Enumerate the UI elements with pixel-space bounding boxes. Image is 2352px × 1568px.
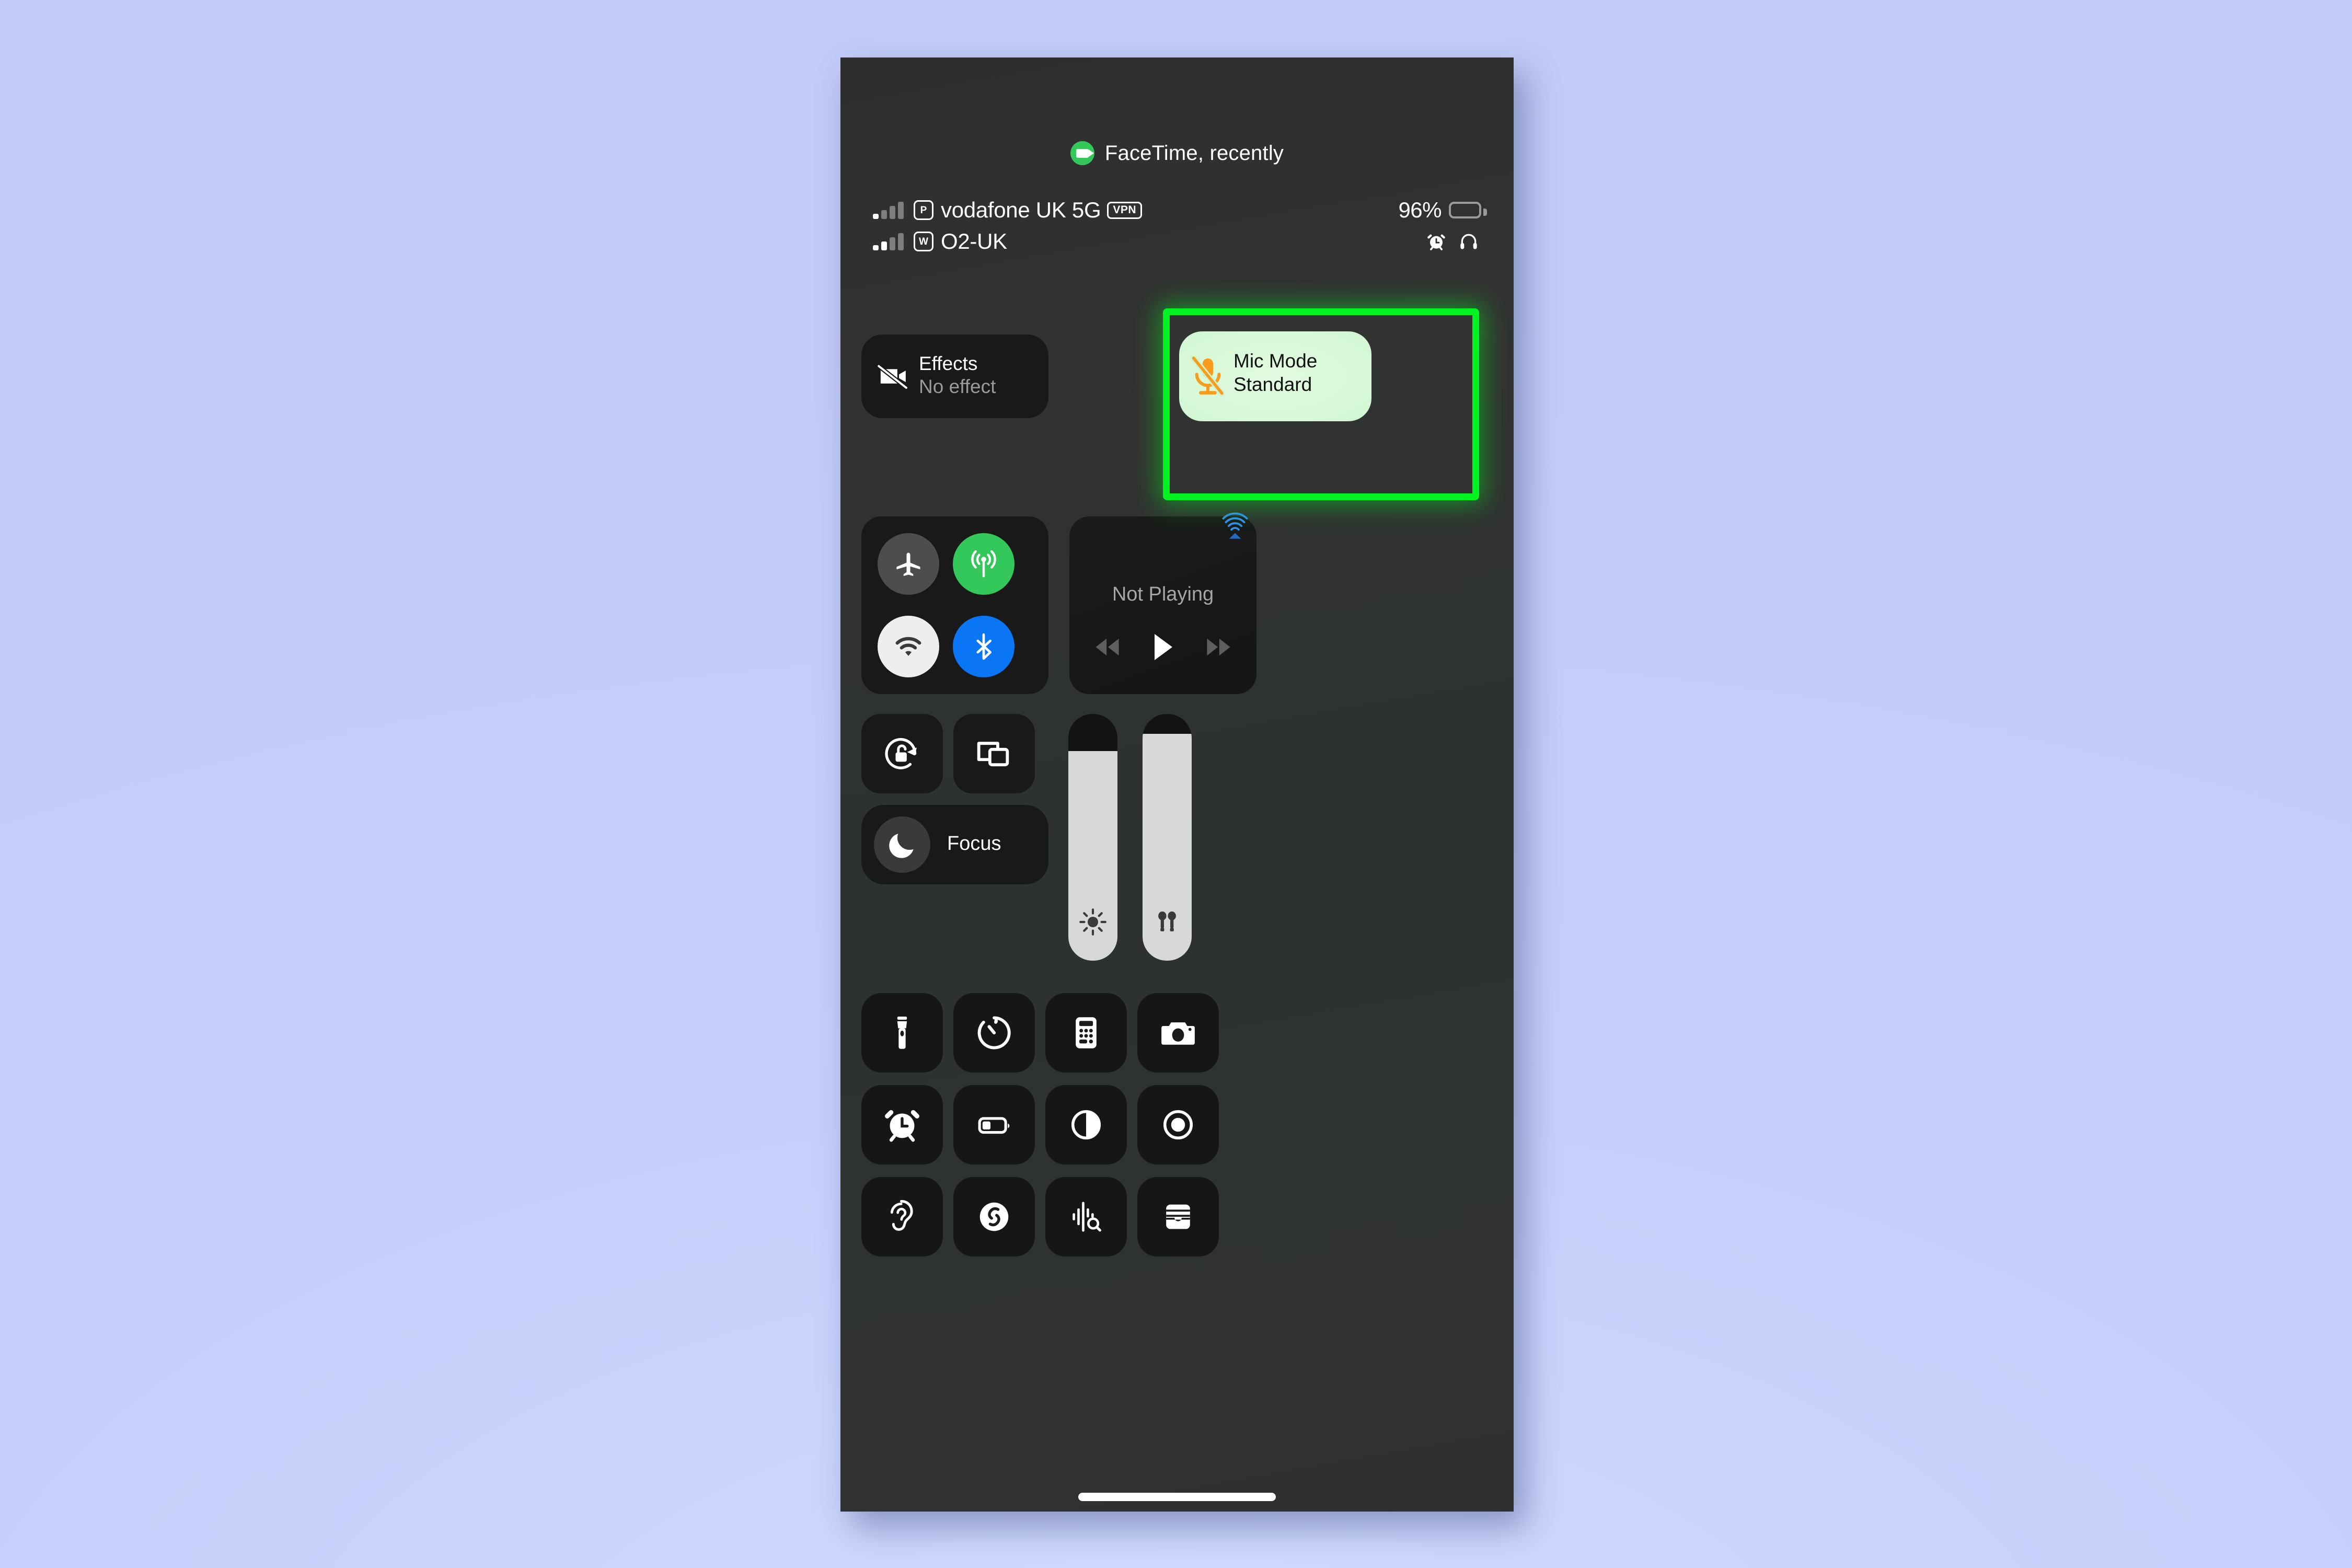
media-status-label: Not Playing [1112, 583, 1214, 605]
moon-icon [889, 834, 914, 858]
rotation-lock-icon [885, 738, 917, 769]
bluetooth-icon [976, 633, 991, 660]
bluetooth-button[interactable] [953, 616, 1014, 677]
iphone-screen: FaceTime, recently P vodafone UK 5G VPN … [840, 57, 1514, 1512]
battery-icon [1449, 202, 1487, 218]
shazam-button[interactable] [953, 1177, 1035, 1256]
battery-status: 96% [1398, 198, 1487, 223]
volume-slider[interactable] [1143, 714, 1192, 961]
connectivity-group [861, 516, 1048, 694]
camera-button[interactable] [1137, 993, 1219, 1073]
effects-text-block: Effects No effect [919, 352, 996, 398]
cellular-data-button[interactable] [953, 533, 1014, 595]
wifi-button[interactable] [878, 616, 939, 677]
battery-percent-label: 96% [1398, 198, 1442, 222]
dark-mode-icon [1071, 1110, 1101, 1140]
airplay-audio-icon [1222, 512, 1248, 539]
wifi-icon [895, 637, 921, 656]
headphones-icon [1460, 234, 1477, 249]
timer-button[interactable] [953, 993, 1035, 1073]
carrier-badge-secondary: W [914, 232, 933, 251]
ear-hearing-icon [890, 1200, 913, 1231]
play-icon[interactable] [1151, 632, 1175, 662]
facetime-app-label: FaceTime, recently [1104, 141, 1284, 165]
airplane-icon [896, 552, 920, 576]
timer-icon [977, 1016, 1011, 1050]
low-power-mode-button[interactable] [953, 1085, 1035, 1165]
status-bar: P vodafone UK 5G VPN 96% W O2-UK [873, 198, 1487, 260]
flashlight-button[interactable] [861, 993, 943, 1073]
hearing-button[interactable] [861, 1177, 943, 1256]
microphone-slash-icon [1191, 356, 1225, 396]
focus-icon-circle [874, 816, 930, 873]
signal-strength-icon-secondary [873, 233, 907, 250]
carrier-name-secondary: O2-UK [941, 229, 1007, 253]
status-bar-line-primary: P vodafone UK 5G VPN 96% [873, 198, 1487, 223]
battery-low-power-icon [978, 1117, 1010, 1134]
signal-strength-icon-primary [873, 201, 907, 219]
mic-mode-subtitle: Standard [1233, 374, 1312, 396]
camera-icon [1161, 1022, 1195, 1045]
home-indicator [1078, 1493, 1276, 1501]
facetime-recent-app-pill[interactable]: FaceTime, recently [840, 141, 1514, 165]
dark-mode-button[interactable] [1045, 1085, 1127, 1165]
mic-mode-title: Mic Mode [1233, 350, 1318, 372]
mic-mode-text-block: Mic Mode Standard [1233, 349, 1317, 396]
airpods-icon [1143, 906, 1192, 937]
wallet-button[interactable] [1137, 1177, 1219, 1256]
focus-label: Focus [947, 833, 1001, 855]
alarm-button[interactable] [861, 1085, 943, 1165]
status-bar-right-icons [1426, 231, 1479, 252]
cellular-icon [971, 550, 996, 578]
sound-recognition-icon [1073, 1202, 1101, 1232]
media-player-tile[interactable]: Not Playing [1069, 512, 1256, 694]
wallet-icon [1166, 1204, 1190, 1229]
alarm-clock-icon [885, 1110, 919, 1142]
carrier-badge-primary: P [914, 200, 933, 220]
carrier-name-primary: vodafone UK 5G [941, 198, 1101, 222]
sound-recognition-button[interactable] [1045, 1177, 1127, 1256]
flashlight-icon [897, 1016, 907, 1049]
mic-mode-tile[interactable]: Mic Mode Standard [1179, 331, 1371, 421]
airplane-mode-button[interactable] [878, 533, 939, 595]
rotation-lock-button[interactable] [861, 714, 943, 793]
vpn-badge: VPN [1107, 201, 1143, 219]
rewind-icon[interactable] [1093, 637, 1122, 658]
alarm-clock-icon [1427, 234, 1445, 250]
screen-mirroring-icon [977, 742, 1009, 767]
screen-mirroring-button[interactable] [953, 714, 1035, 793]
fast-forward-icon[interactable] [1204, 637, 1232, 658]
effects-tile[interactable]: Effects No effect [861, 335, 1048, 418]
shazam-icon [979, 1202, 1009, 1231]
effects-title: Effects [919, 353, 978, 374]
screen-record-icon [1163, 1110, 1193, 1140]
media-transport-controls [1069, 632, 1256, 662]
focus-button[interactable]: Focus [861, 805, 1048, 884]
brightness-sun-icon [1068, 907, 1117, 937]
status-bar-line-secondary: W O2-UK [873, 229, 1481, 254]
calculator-icon [1076, 1017, 1097, 1048]
effects-subtitle: No effect [919, 375, 996, 397]
brightness-slider[interactable] [1068, 714, 1117, 961]
video-camera-slash-icon [877, 364, 909, 390]
screen-recording-button[interactable] [1137, 1085, 1219, 1165]
facetime-video-icon [1070, 141, 1094, 165]
calculator-button[interactable] [1045, 993, 1127, 1073]
